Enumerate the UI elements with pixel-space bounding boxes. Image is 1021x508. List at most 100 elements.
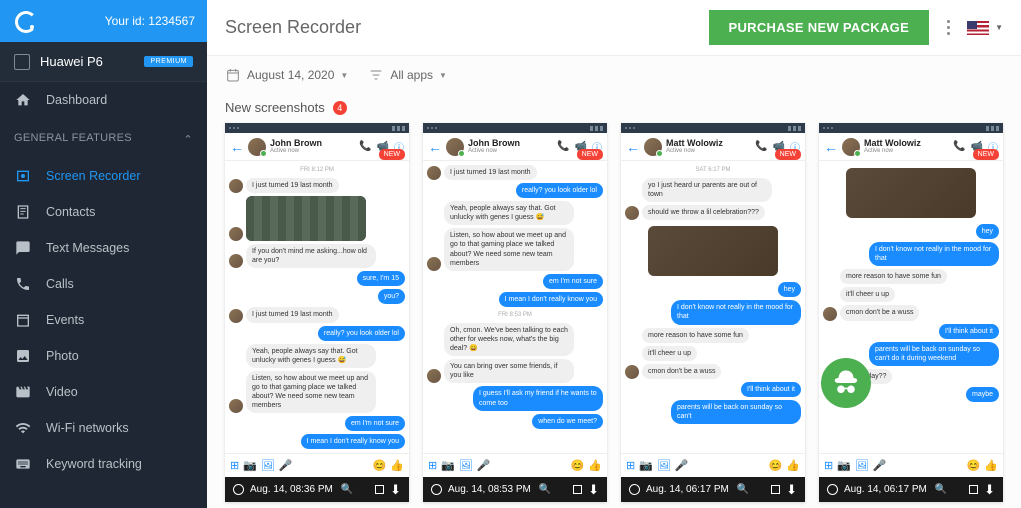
phone-status-bar	[621, 123, 805, 133]
screenshots-grid: NEW←John BrownActive now📞📹ⓘFRI 8:12 PMI …	[225, 123, 1003, 502]
toolbar: August 14, 2020 ▼ All apps ▼	[207, 56, 1021, 94]
nav-video[interactable]: Video	[0, 374, 207, 410]
avatar	[625, 365, 639, 379]
avatar	[446, 138, 464, 156]
message-bubble: I'll think about it	[741, 382, 801, 397]
message-row: I just turned 19 last month	[229, 307, 405, 322]
message-bubble: I mean I don't really know you	[499, 292, 603, 307]
checkbox[interactable]	[573, 485, 582, 494]
count-badge: 4	[333, 101, 347, 115]
message-row: Yeah, people always say that. Got unluck…	[229, 344, 405, 368]
new-badge: NEW	[973, 149, 999, 160]
download-icon[interactable]: ⬇	[390, 482, 401, 498]
message-row: really? you look older lol	[427, 183, 603, 198]
screenshot-footer: Aug. 14, 06:17 PM🔍⬇	[621, 477, 805, 502]
image-message	[648, 226, 778, 276]
clock-icon	[827, 484, 838, 495]
screenshot-card[interactable]: NEW←John BrownActive now📞📹ⓘI just turned…	[423, 123, 607, 502]
nav-keyword-tracking[interactable]: Keyword tracking	[0, 446, 207, 482]
message-row: I don't know not really in the mood for …	[823, 242, 999, 266]
avatar	[427, 257, 441, 271]
mic-icon: 🎤	[279, 459, 293, 472]
avatar	[229, 309, 243, 323]
message-bubble: I don't know not really in the mood for …	[671, 300, 801, 324]
message-bubble: really? you look older lol	[516, 183, 603, 198]
nav-wifi[interactable]: Wi-Fi networks	[0, 410, 207, 446]
message-bubble: parents will be back on sunday so can't …	[869, 342, 999, 366]
screenshot-card[interactable]: NEW←John BrownActive now📞📹ⓘFRI 8:12 PMI …	[225, 123, 409, 502]
thumb-icon: 👍	[984, 459, 998, 472]
message-row: Yeah, people always say that. Got unluck…	[427, 201, 603, 225]
download-icon[interactable]: ⬇	[588, 482, 599, 498]
section-general-features[interactable]: GENERAL FEATURES ⌄	[0, 118, 207, 158]
nav-text-messages[interactable]: Text Messages	[0, 230, 207, 266]
device-selector[interactable]: Huawei P6 PREMIUM	[0, 42, 207, 82]
message-bubble: Oh, cmon. We've been talking to each oth…	[444, 323, 574, 356]
message-bubble: cmon don't be a wuss	[840, 305, 919, 320]
call-icon: 📞	[359, 141, 371, 152]
purchase-button[interactable]: PURCHASE NEW PACKAGE	[709, 10, 930, 45]
message-bubble: Yeah, people always say that. Got unluck…	[246, 344, 376, 368]
nav-screen-recorder[interactable]: Screen Recorder	[0, 158, 207, 194]
more-menu-icon[interactable]	[939, 13, 957, 43]
chevron-down-icon[interactable]: ▼	[995, 23, 1003, 32]
search-icon[interactable]: 🔍	[539, 484, 551, 495]
nav-events[interactable]: Events	[0, 302, 207, 338]
message-row: I mean I don't really know you	[229, 434, 405, 449]
message-row: I'll think about it	[823, 324, 999, 339]
contact-status: Active now	[666, 148, 723, 154]
image-icon	[14, 348, 32, 364]
message-row: when do we meet?	[427, 414, 603, 429]
chat-input-bar: ⊞📷🖼🎤😊👍	[621, 453, 805, 477]
avatar	[427, 166, 441, 180]
phone-status-bar	[225, 123, 409, 133]
message-row: I guess I'll ask my friend if he wants t…	[427, 386, 603, 410]
message-row: really? you look older lol	[229, 326, 405, 341]
flag-us-icon[interactable]	[967, 21, 989, 35]
chevron-up-icon: ⌄	[183, 132, 193, 145]
search-icon[interactable]: 🔍	[341, 484, 353, 495]
calendar-icon	[225, 67, 241, 83]
assistant-button[interactable]	[821, 358, 871, 408]
nav-calls[interactable]: Calls	[0, 266, 207, 302]
contact-status: Active now	[468, 148, 520, 154]
message-row: I'll think about it	[625, 382, 801, 397]
image-message	[246, 196, 366, 241]
nav-photo[interactable]: Photo	[0, 338, 207, 374]
sidebar: Your id: 1234567 Huawei P6 PREMIUM Dashb…	[0, 0, 207, 508]
message-bubble: I'll think about it	[939, 324, 999, 339]
phone-icon	[14, 276, 32, 292]
back-icon: ←	[824, 139, 838, 155]
download-icon[interactable]: ⬇	[984, 482, 995, 498]
premium-badge: PREMIUM	[144, 56, 193, 67]
app-filter[interactable]: All apps ▼	[368, 67, 447, 83]
emoji-icon: 😊	[373, 459, 387, 472]
message-bubble: Listen, so how about we meet up and go t…	[246, 371, 376, 413]
gallery-icon: 🖼	[261, 459, 275, 472]
message-bubble: Yeah, people always say that. Got unluck…	[444, 201, 574, 225]
chat-input-bar: ⊞📷🖼🎤😊👍	[819, 453, 1003, 477]
date-picker[interactable]: August 14, 2020 ▼	[225, 67, 348, 83]
screenshot-card[interactable]: NEW←Matt WolowizActive now📞📹ⓘheyI don't …	[819, 123, 1003, 502]
checkbox[interactable]	[375, 485, 384, 494]
search-icon[interactable]: 🔍	[737, 484, 749, 495]
message-row: cmon don't be a wuss	[625, 364, 801, 379]
message-bubble: I guess I'll ask my friend if he wants t…	[473, 386, 603, 410]
chevron-down-icon: ▼	[439, 71, 447, 80]
screenshot-card[interactable]: NEW←Matt WolowizActive now📞📹ⓘSAT 6:17 PM…	[621, 123, 805, 502]
message-bubble: I don't know not really in the mood for …	[869, 242, 999, 266]
checkbox[interactable]	[969, 485, 978, 494]
clock-icon	[431, 484, 442, 495]
download-icon[interactable]: ⬇	[786, 482, 797, 498]
page-title: Screen Recorder	[225, 17, 361, 38]
message-bubble: cmon don't be a wuss	[642, 364, 721, 379]
checkbox[interactable]	[771, 485, 780, 494]
camera-icon: 📷	[837, 459, 851, 472]
chat-input-bar: ⊞📷🖼🎤😊👍	[423, 453, 607, 477]
nav-dashboard[interactable]: Dashboard	[0, 82, 207, 118]
message-bubble: I just turned 19 last month	[444, 165, 537, 180]
search-icon[interactable]: 🔍	[935, 484, 947, 495]
message-bubble: parents will be back on sunday so can't	[671, 400, 801, 424]
nav-contacts[interactable]: Contacts	[0, 194, 207, 230]
apps-icon: ⊞	[428, 459, 437, 472]
